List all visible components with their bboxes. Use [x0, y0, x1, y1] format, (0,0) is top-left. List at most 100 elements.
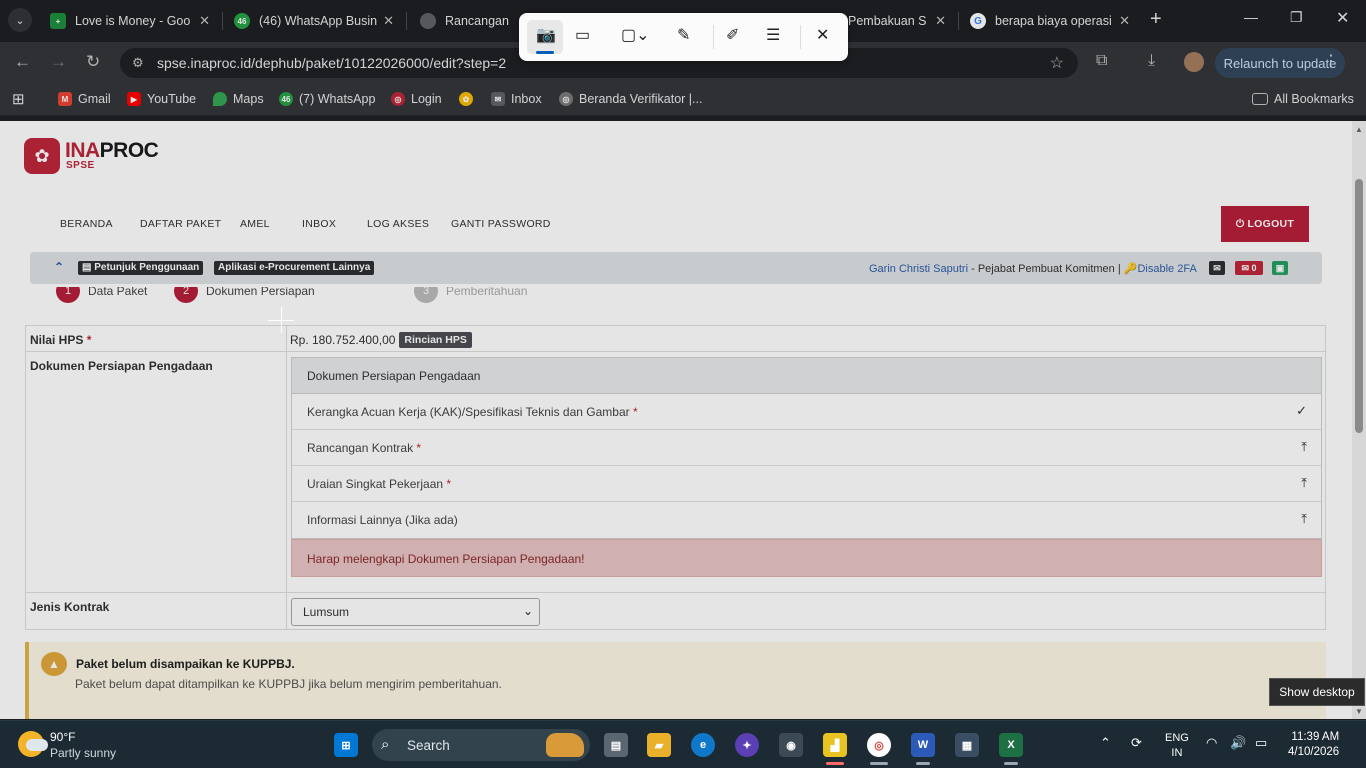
back-icon[interactable]: ←: [14, 52, 31, 72]
close-tab-icon[interactable]: ✕: [199, 13, 210, 29]
taskbar-search[interactable]: ⌕ Search: [372, 729, 590, 761]
camera-icon[interactable]: 📷: [536, 25, 556, 45]
edge-icon[interactable]: e: [691, 733, 715, 757]
sync-icon[interactable]: ⟳: [1131, 735, 1142, 751]
browser-tab[interactable]: + Love is Money - Goo ✕: [40, 6, 220, 36]
language-indicator[interactable]: ENG IN: [1165, 731, 1189, 761]
step-data-paket[interactable]: 1 Data Paket: [56, 287, 147, 303]
text-extract-icon[interactable]: ☰: [766, 25, 780, 45]
close-tab-icon[interactable]: ✕: [1119, 13, 1130, 29]
close-tab-icon[interactable]: ✕: [383, 13, 394, 29]
guide-button[interactable]: ▤ Petunjuk Penggunaan: [78, 261, 204, 275]
upload-icon[interactable]: ⤒: [1301, 475, 1307, 491]
bookmark-beranda-verifikator[interactable]: ◎ Beranda Verifikator |...: [559, 92, 702, 106]
bookmark-inbox[interactable]: ✉ Inbox: [491, 92, 542, 106]
bookmark-youtube[interactable]: ▶ YouTube: [127, 92, 196, 106]
browser-tab[interactable]: G berapa biaya operasi ✕: [960, 6, 1140, 36]
bookmark-maps[interactable]: Maps: [213, 92, 264, 106]
restore-icon[interactable]: ❐: [1290, 9, 1303, 26]
scroll-up-icon[interactable]: ▲: [1355, 125, 1363, 134]
freeform-snip-icon[interactable]: ✎: [677, 25, 690, 45]
scroll-thumb[interactable]: [1355, 179, 1363, 433]
all-bookmarks[interactable]: All Bookmarks: [1252, 92, 1354, 106]
doc-row-informasi-lainnya[interactable]: Informasi Lainnya (Jika ada) ⤒: [292, 502, 1321, 538]
excel-icon[interactable]: X: [999, 733, 1023, 757]
menu-amel[interactable]: AMEL: [240, 218, 270, 230]
rincian-hps-button[interactable]: Rincian HPS: [399, 332, 472, 348]
profile-avatar[interactable]: [1184, 52, 1204, 72]
volume-icon[interactable]: 🔊: [1230, 735, 1246, 751]
forward-icon[interactable]: →: [50, 52, 67, 72]
chevron-up-icon[interactable]: ⌃: [1100, 735, 1111, 751]
inaproc-logo-icon: ✿: [24, 138, 60, 174]
menu-inbox[interactable]: INBOX: [302, 218, 336, 230]
browser-tab[interactable]: Rancangan Ko: [410, 6, 520, 36]
menu-ganti-password[interactable]: GANTI PASSWORD: [451, 218, 551, 230]
word-icon[interactable]: W: [911, 733, 935, 757]
minimize-icon[interactable]: —: [1244, 9, 1258, 25]
check-icon: ✓: [1296, 403, 1307, 418]
upload-icon[interactable]: ⤒: [1301, 439, 1307, 455]
rectangle-snip-icon[interactable]: ▢⌄: [621, 25, 650, 45]
collapse-up-icon[interactable]: ⌃: [54, 260, 64, 274]
bookmark-login[interactable]: ◎ Login: [391, 92, 442, 106]
file-explorer-icon[interactable]: ▰: [647, 733, 671, 757]
page-scrollbar[interactable]: ▲ ▼: [1352, 121, 1366, 719]
download-icon[interactable]: ⤓: [1148, 52, 1155, 70]
clock[interactable]: 11:39 AM 4/10/2026: [1288, 730, 1339, 760]
browser-tab[interactable]: 46 (46) WhatsApp Busine ✕: [224, 6, 404, 36]
bookmark-whatsapp[interactable]: 46 (7) WhatsApp: [279, 92, 375, 106]
scroll-down-icon[interactable]: ▼: [1355, 707, 1363, 716]
sticky-notes-icon[interactable]: ▟: [823, 733, 847, 757]
menu-log-akses[interactable]: LOG AKSES: [367, 218, 429, 230]
crosshair-cursor: [281, 307, 282, 333]
disable-2fa-link[interactable]: 🔑Disable 2FA: [1124, 263, 1197, 275]
close-window-icon[interactable]: ✕: [1336, 8, 1349, 28]
task-view-icon[interactable]: ▤: [604, 733, 628, 757]
extensions-icon[interactable]: ⧉: [1096, 52, 1107, 70]
contract-type-select[interactable]: Lumsum ⌄: [291, 598, 540, 626]
step-pemberitahuan[interactable]: 3 Pemberitahuan: [414, 287, 527, 303]
bookmark-photos[interactable]: ✿: [459, 92, 479, 106]
calculator-icon[interactable]: ▦: [955, 733, 979, 757]
upload-icon[interactable]: ⤒: [1301, 511, 1307, 527]
user-name-link[interactable]: Garin Christi Saputri: [869, 263, 968, 275]
reload-icon[interactable]: ↻: [86, 52, 100, 72]
windows-start-icon[interactable]: ⊞: [334, 733, 358, 757]
wifi-icon[interactable]: ◠: [1206, 735, 1217, 751]
doc-row-uraian-singkat[interactable]: Uraian Singkat Pekerjaan * ⤒: [292, 466, 1321, 502]
docs-label: Dokumen Persiapan Pengadaan: [30, 359, 213, 373]
url-text[interactable]: spse.inaproc.id/dephub/paket/10122026000…: [157, 55, 506, 71]
doc-row-kak[interactable]: Kerangka Acuan Kerja (KAK)/Spesifikasi T…: [292, 394, 1321, 430]
copilot-icon[interactable]: ✦: [735, 733, 759, 757]
required-mark: *: [416, 441, 422, 455]
apps-grid-icon[interactable]: ⊞: [12, 90, 25, 108]
money-icon[interactable]: ▣: [1272, 261, 1288, 275]
new-tab-button[interactable]: +: [1150, 8, 1162, 31]
chrome-icon[interactable]: ◎: [867, 733, 891, 757]
video-icon[interactable]: ▭: [575, 25, 590, 45]
message-icon[interactable]: ✉: [1209, 261, 1225, 275]
pen-icon[interactable]: ✐: [726, 25, 739, 45]
doc-row-rancangan-kontrak[interactable]: Rancangan Kontrak * ⤒: [292, 430, 1321, 466]
menu-daftar-paket[interactable]: DAFTAR PAKET: [140, 218, 221, 230]
browser-tab[interactable]: Pembakuan S ✕: [838, 6, 956, 36]
maps-icon: [213, 92, 227, 106]
bookmark-gmail[interactable]: M Gmail: [58, 92, 111, 106]
close-icon[interactable]: ✕: [816, 25, 829, 45]
site-info-icon[interactable]: ⚙: [132, 55, 144, 71]
camera-app-icon[interactable]: ◉: [779, 733, 803, 757]
active-app-indicator: [1004, 762, 1018, 765]
battery-icon[interactable]: ▭: [1255, 735, 1267, 751]
more-menu-icon[interactable]: ⋮: [1323, 51, 1339, 71]
package-form: Nilai HPS * Rp. 180.752.400,00 Rincian H…: [25, 325, 1326, 630]
logout-button[interactable]: ⏻ LOGOUT: [1221, 206, 1309, 242]
bookmark-star-icon[interactable]: ☆: [1050, 53, 1064, 73]
inbox-badge[interactable]: ✉ 0: [1235, 261, 1263, 275]
step-dokumen-persiapan[interactable]: 2 Dokumen Persiapan: [174, 287, 315, 303]
other-apps-button[interactable]: Aplikasi e-Procurement Lainnya: [214, 261, 375, 275]
close-tab-icon[interactable]: ✕: [935, 13, 946, 29]
active-app-indicator: [826, 762, 844, 765]
menu-beranda[interactable]: BERANDA: [60, 218, 113, 230]
tab-search-button[interactable]: ⌄: [8, 8, 32, 32]
